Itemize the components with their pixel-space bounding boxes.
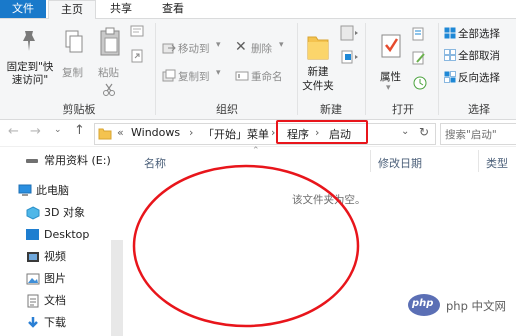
address-dropdown-icon[interactable]: ⌄ — [401, 126, 409, 137]
chevron-down-icon: ▾ — [386, 83, 391, 93]
watermark-text: php 中文网 — [446, 299, 507, 313]
tab-home[interactable]: 主页 — [48, 0, 96, 20]
group-separator — [297, 23, 298, 115]
pictures-icon — [26, 273, 40, 285]
annotation-ellipse — [132, 164, 360, 328]
properties-label: 属性 — [380, 71, 401, 83]
rename-icon — [235, 71, 249, 81]
ribbon: 固定到"快 速访问" 复制 粘贴 剪贴板 移动到 ▾ 复制到 ▾ ✕ 删除 ▾ … — [0, 19, 516, 120]
invert-selection-label: 反向选择 — [458, 72, 500, 84]
group-separator — [155, 23, 156, 115]
select-none-button[interactable]: 全部取消 — [442, 47, 516, 65]
ribbon-tab-bar: 文件 主页 共享 查看 — [0, 0, 516, 20]
new-folder-icon — [307, 36, 329, 60]
select-all-label: 全部选择 — [458, 28, 500, 40]
copy-icon — [65, 30, 83, 53]
refresh-icon[interactable]: ↻ — [419, 125, 429, 139]
properties-button[interactable]: 属性 ▾ — [372, 23, 410, 99]
breadcrumb-windows[interactable]: Windows — [131, 126, 180, 139]
move-to-icon — [162, 43, 176, 54]
drive-icon — [26, 159, 38, 163]
address-row: ← → ⌄ ↑ « Windows › 「开始」菜单 › 程序 › 启动 ⌄ ↻… — [0, 120, 516, 147]
forward-arrow-icon[interactable]: → — [30, 124, 41, 139]
copy-button[interactable]: 复制 — [58, 23, 90, 83]
open-icon[interactable] — [412, 27, 428, 44]
php-logo-text: php — [412, 298, 434, 309]
select-none-label: 全部取消 — [458, 50, 500, 62]
organize-group-label: 组织 — [216, 103, 238, 116]
copy-to-icon — [162, 69, 176, 82]
documents-icon — [27, 294, 39, 308]
column-divider[interactable] — [478, 150, 479, 172]
navigation-scrollbar[interactable] — [111, 240, 123, 336]
edit-icon[interactable] — [412, 51, 428, 68]
open-group-label: 打开 — [392, 103, 414, 116]
easy-access-icon[interactable] — [340, 49, 360, 68]
move-to-label: 移动到 — [178, 43, 210, 55]
delete-button[interactable]: ✕ 删除 ▾ — [233, 39, 287, 57]
search-input[interactable]: 搜索"启动" — [440, 123, 516, 145]
move-to-button[interactable]: 移动到 ▾ — [160, 39, 226, 57]
chevron-down-icon: ▾ — [216, 68, 221, 78]
group-separator — [438, 23, 439, 115]
desktop-icon — [26, 229, 39, 240]
clipboard-icon — [100, 27, 120, 56]
back-arrow-icon[interactable]: ← — [8, 124, 19, 139]
folder-icon — [98, 128, 112, 140]
tab-file[interactable]: 文件 — [0, 0, 46, 18]
copy-path-icon[interactable] — [130, 25, 144, 40]
delete-x-icon: ✕ — [235, 39, 247, 55]
select-group-label: 选择 — [468, 103, 490, 116]
invert-selection-button[interactable]: 反向选择 — [442, 69, 516, 87]
tab-view[interactable]: 查看 — [150, 0, 196, 18]
copy-to-button[interactable]: 复制到 ▾ — [160, 67, 226, 85]
paste-label: 粘贴 — [98, 67, 119, 79]
properties-icon — [381, 34, 401, 58]
chevron-down-icon: ▾ — [279, 40, 284, 50]
navigation-pane: 常用资料 (E:) 此电脑 3D 对象 Desktop 视频 图片 文档 下载 — [0, 148, 124, 336]
breadcrumb-start-menu[interactable]: 「开始」菜单 — [203, 126, 269, 142]
search-placeholder: 搜索"启动" — [445, 129, 497, 141]
rename-label: 重命名 — [251, 71, 283, 83]
download-icon — [28, 317, 38, 328]
column-header-type[interactable]: 类型 — [486, 155, 508, 171]
overflow-chevrons[interactable]: « — [117, 126, 124, 139]
delete-label: 删除 — [251, 43, 272, 55]
sort-indicator-icon: ⌃ — [252, 146, 260, 156]
recent-locations-icon[interactable]: ⌄ — [54, 125, 62, 135]
new-folder-label: 新建 文件夹 — [302, 66, 334, 92]
copy-label: 复制 — [62, 67, 83, 79]
rename-button[interactable]: 重命名 — [233, 67, 293, 85]
breadcrumb-separator-icon[interactable]: › — [271, 126, 275, 139]
clipboard-group-label: 剪贴板 — [62, 103, 96, 116]
new-item-icon[interactable] — [340, 25, 360, 44]
select-all-icon — [444, 27, 456, 39]
copy-to-label: 复制到 — [178, 71, 210, 83]
pin-icon — [23, 31, 35, 51]
new-group-label: 新建 — [320, 103, 342, 116]
chevron-down-icon: ▾ — [216, 40, 221, 50]
breadcrumb-separator-icon[interactable]: › — [189, 126, 193, 139]
watermark: php php 中文网 — [408, 290, 512, 324]
address-bar[interactable]: « Windows › 「开始」菜单 › 程序 › 启动 ⌄ ↻ — [94, 123, 436, 145]
group-separator — [365, 23, 366, 115]
paste-button[interactable]: 粘贴 — [92, 23, 128, 99]
3d-objects-icon — [26, 206, 40, 220]
pin-label: 固定到"快 速访问" — [6, 61, 54, 86]
pin-quick-access-button[interactable]: 固定到"快 速访问" — [6, 23, 53, 95]
computer-icon — [18, 184, 32, 196]
up-arrow-icon[interactable]: ↑ — [74, 123, 85, 138]
tab-share[interactable]: 共享 — [98, 0, 144, 18]
paste-shortcut-icon[interactable] — [130, 49, 144, 66]
video-icon — [27, 252, 39, 262]
new-folder-button[interactable]: 新建 文件夹 — [300, 23, 336, 99]
highlight-rectangle — [276, 120, 368, 144]
history-icon[interactable] — [412, 75, 428, 94]
select-all-button[interactable]: 全部选择 — [442, 25, 516, 43]
select-none-icon — [444, 49, 456, 61]
column-header-modified[interactable]: 修改日期 — [378, 155, 422, 171]
invert-selection-icon — [444, 71, 456, 83]
scissors-icon[interactable] — [102, 83, 116, 97]
